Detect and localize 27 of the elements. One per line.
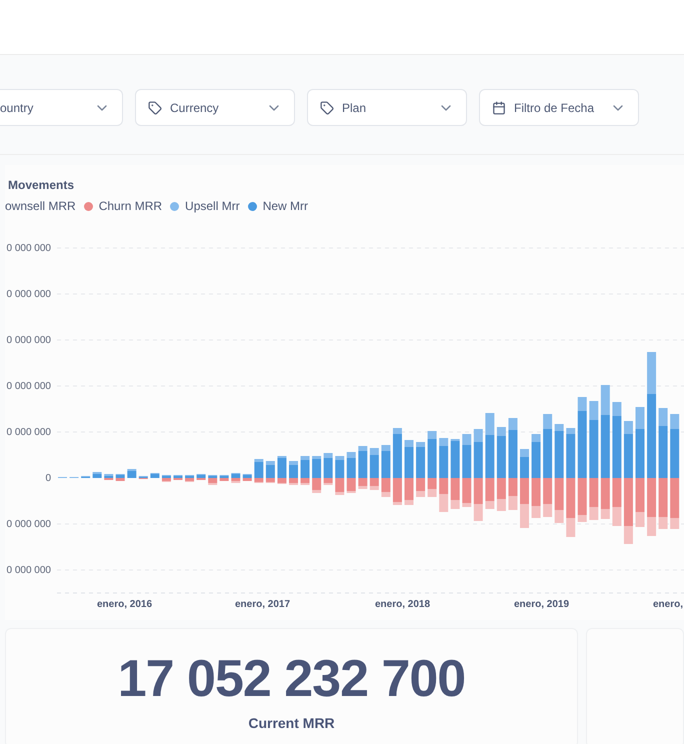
y-axis-label: 0 000 000 (6, 334, 51, 348)
calendar-icon (492, 100, 506, 114)
tag-icon (320, 100, 334, 114)
legend-label[interactable]: ownsell MRR (5, 197, 76, 215)
kpi-label: Current MRR (248, 714, 335, 733)
x-axis-label: enero, 2019 (514, 598, 570, 612)
y-axis-label: 0 000 000 (6, 380, 51, 394)
kpi-value: 17 052 232 700 (118, 651, 466, 707)
y-axis-label: 0 000 000 (6, 564, 51, 578)
chart-title: Movements (8, 177, 74, 194)
filter-dropdown[interactable]: Currency (135, 89, 295, 126)
legend-label[interactable]: Churn MRR (98, 197, 162, 215)
x-axis-label: enero, 2018 (375, 598, 430, 612)
filter-dropdown[interactable]: Filtro de Fecha (479, 89, 639, 126)
x-axis-label: enero, 2016 (97, 598, 152, 612)
y-axis-label: 0 000 000 (6, 426, 51, 440)
y-axis-label: 0 (45, 472, 51, 486)
tag-icon (148, 100, 162, 114)
x-axis-label: enero, 2017 (235, 598, 290, 612)
legend-label[interactable]: New Mrr (262, 197, 308, 215)
y-axis-label: 0 000 000 (6, 518, 51, 532)
y-axis-label: 0 000 000 (6, 242, 51, 256)
filter-dropdown[interactable]: Plan (307, 89, 467, 126)
y-axis-label: 0 000 000 (6, 288, 51, 302)
legend-label[interactable]: Upsell Mrr (185, 197, 240, 215)
x-axis-label: enero, (653, 598, 684, 612)
filter-dropdown[interactable]: ountry (0, 89, 123, 126)
